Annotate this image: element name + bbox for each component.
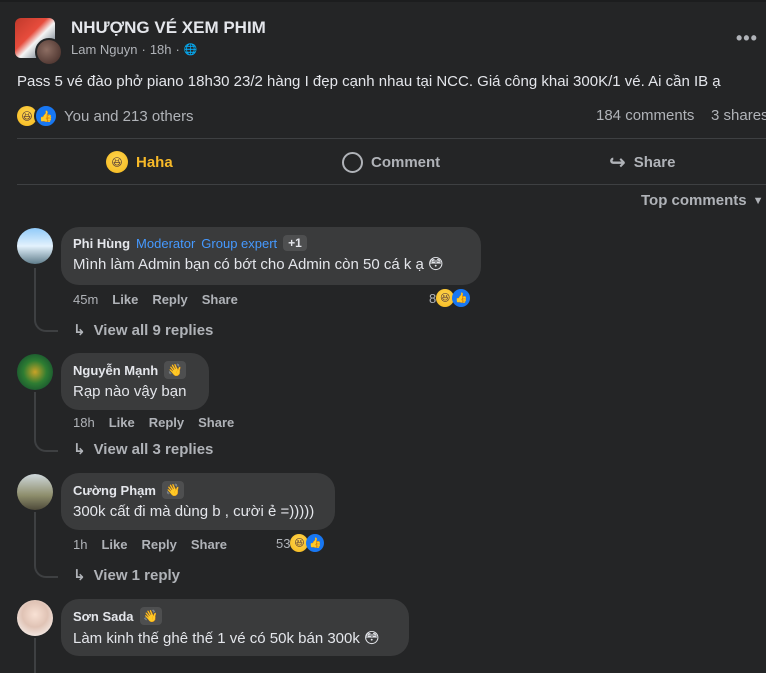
thread-line (34, 268, 36, 316)
avatar[interactable] (17, 354, 53, 390)
commenter-name[interactable]: Phi Hùng (73, 236, 130, 251)
view-replies-link[interactable]: ↳ View 1 reply (73, 566, 181, 585)
comment-time[interactable]: 45m (73, 292, 98, 307)
wave-badge-icon: 👋 (161, 481, 184, 499)
caret-down-icon: ▼ (752, 194, 764, 207)
view-replies-link[interactable]: ↳ View all 9 replies (73, 321, 214, 340)
comment-text: Làm kinh thế ghê thế 1 vé có 50k bán 300… (73, 630, 380, 647)
globe-icon: 🌐 (183, 44, 198, 56)
view-replies-link[interactable]: ↳ View all 3 replies (73, 440, 214, 459)
avatar[interactable] (17, 474, 53, 510)
thread-line (34, 512, 36, 562)
share-link[interactable]: Share (202, 292, 238, 307)
haha-button[interactable]: 😆 Haha (106, 147, 173, 177)
thread-curve (34, 314, 58, 332)
comment-actions: 18h Like Reply Share (73, 415, 234, 430)
comment-icon (342, 151, 363, 173)
author-name[interactable]: Lam Nguyn (71, 42, 137, 57)
divider (17, 138, 766, 139)
post-time[interactable]: 18h (150, 42, 172, 57)
thread-line (34, 392, 36, 436)
like-reaction-icon: 👍 (34, 104, 58, 128)
sort-label: Top comments (641, 192, 747, 209)
comment-actions: 1h Like Reply Share (73, 537, 227, 552)
wave-badge-icon: 👋 (164, 361, 187, 379)
moderator-badge[interactable]: Moderator (136, 236, 195, 251)
top-comments-dropdown[interactable]: Top comments ▼ (641, 192, 763, 209)
wave-badge-icon: 👋 (139, 607, 162, 625)
share-button[interactable]: ↪ Share (609, 147, 675, 177)
share-icon: ↪ (609, 151, 626, 174)
haha-label: Haha (136, 153, 173, 171)
view-replies-label: View all 3 replies (93, 440, 214, 458)
reactions-text: You and 213 others (64, 107, 194, 125)
author-avatar[interactable] (35, 38, 63, 66)
comment-text: Mình làm Admin bạn có bớt cho Admin còn … (73, 256, 444, 273)
view-replies-label: View 1 reply (93, 566, 181, 584)
like-link[interactable]: Like (109, 415, 135, 430)
commenter-name[interactable]: Nguyễn Mạnh (73, 363, 158, 378)
comments-count[interactable]: 184 comments (596, 107, 694, 124)
comment-bubble: Nguyễn Mạnh 👋 Rạp nào vậy bạn (61, 353, 209, 410)
more-options-icon[interactable]: ••• (736, 28, 758, 49)
reply-link[interactable]: Reply (141, 537, 176, 552)
like-reaction-icon: 👍 (306, 534, 325, 552)
group-expert-badge[interactable]: Group expert (201, 236, 277, 251)
comment-reactions[interactable]: 53 😆 👍 (276, 534, 325, 552)
shares-count[interactable]: 3 shares (711, 107, 766, 124)
post-text: Pass 5 vé đào phở piano 18h30 23/2 hàng … (17, 73, 721, 90)
divider (17, 184, 766, 185)
reply-link[interactable]: Reply (149, 415, 184, 430)
thread-curve (34, 560, 58, 578)
view-replies-label: View all 9 replies (93, 321, 214, 339)
comment-button[interactable]: Comment (342, 147, 440, 177)
reply-arrow-icon: ↳ (73, 322, 86, 339)
haha-icon: 😆 (106, 151, 128, 173)
comment-label: Comment (371, 153, 441, 171)
like-link[interactable]: Like (112, 292, 138, 307)
commenter-name[interactable]: Cường Phạm (73, 483, 156, 498)
share-link[interactable]: Share (198, 415, 234, 430)
reaction-count: 8 (429, 290, 437, 306)
share-link[interactable]: Share (191, 537, 227, 552)
group-avatar[interactable] (15, 18, 63, 66)
avatar[interactable] (17, 600, 53, 636)
avatar[interactable] (17, 228, 53, 264)
comment-bubble: Cường Phạm 👋 300k cất đi mà dùng b , cườ… (61, 473, 335, 530)
comment-time[interactable]: 18h (73, 415, 95, 430)
commenter-name[interactable]: Sơn Sada (73, 609, 134, 624)
reactions-summary[interactable]: 😆 👍 You and 213 others (17, 104, 194, 128)
reply-arrow-icon: ↳ (73, 567, 86, 584)
reply-link[interactable]: Reply (152, 292, 187, 307)
reaction-count: 53 (276, 535, 291, 551)
like-link[interactable]: Like (101, 537, 127, 552)
comment-bubble: Phi Hùng Moderator Group expert +1 Mình … (61, 227, 481, 285)
group-name[interactable]: NHƯỢNG VÉ XEM PHIM (71, 18, 266, 38)
reply-arrow-icon: ↳ (73, 441, 86, 458)
top-border (0, 0, 766, 2)
more-badges[interactable]: +1 (283, 235, 307, 251)
comment-text: Rạp nào vậy bạn (73, 383, 187, 400)
like-reaction-icon: 👍 (452, 289, 471, 307)
comment-text: 300k cất đi mà dùng b , cười ẻ =))))) (73, 503, 315, 520)
thread-curve (34, 434, 58, 452)
comment-time[interactable]: 1h (73, 537, 87, 552)
share-label: Share (633, 153, 676, 171)
thread-line (34, 638, 36, 673)
comment-bubble: Sơn Sada 👋 Làm kinh thế ghê thế 1 vé có … (61, 599, 409, 656)
post-meta: Lam Nguyn · 18h · 🌐 (71, 42, 198, 57)
comment-reactions[interactable]: 8 😆 👍 (429, 289, 471, 307)
comment-actions: 45m Like Reply Share (73, 292, 238, 307)
